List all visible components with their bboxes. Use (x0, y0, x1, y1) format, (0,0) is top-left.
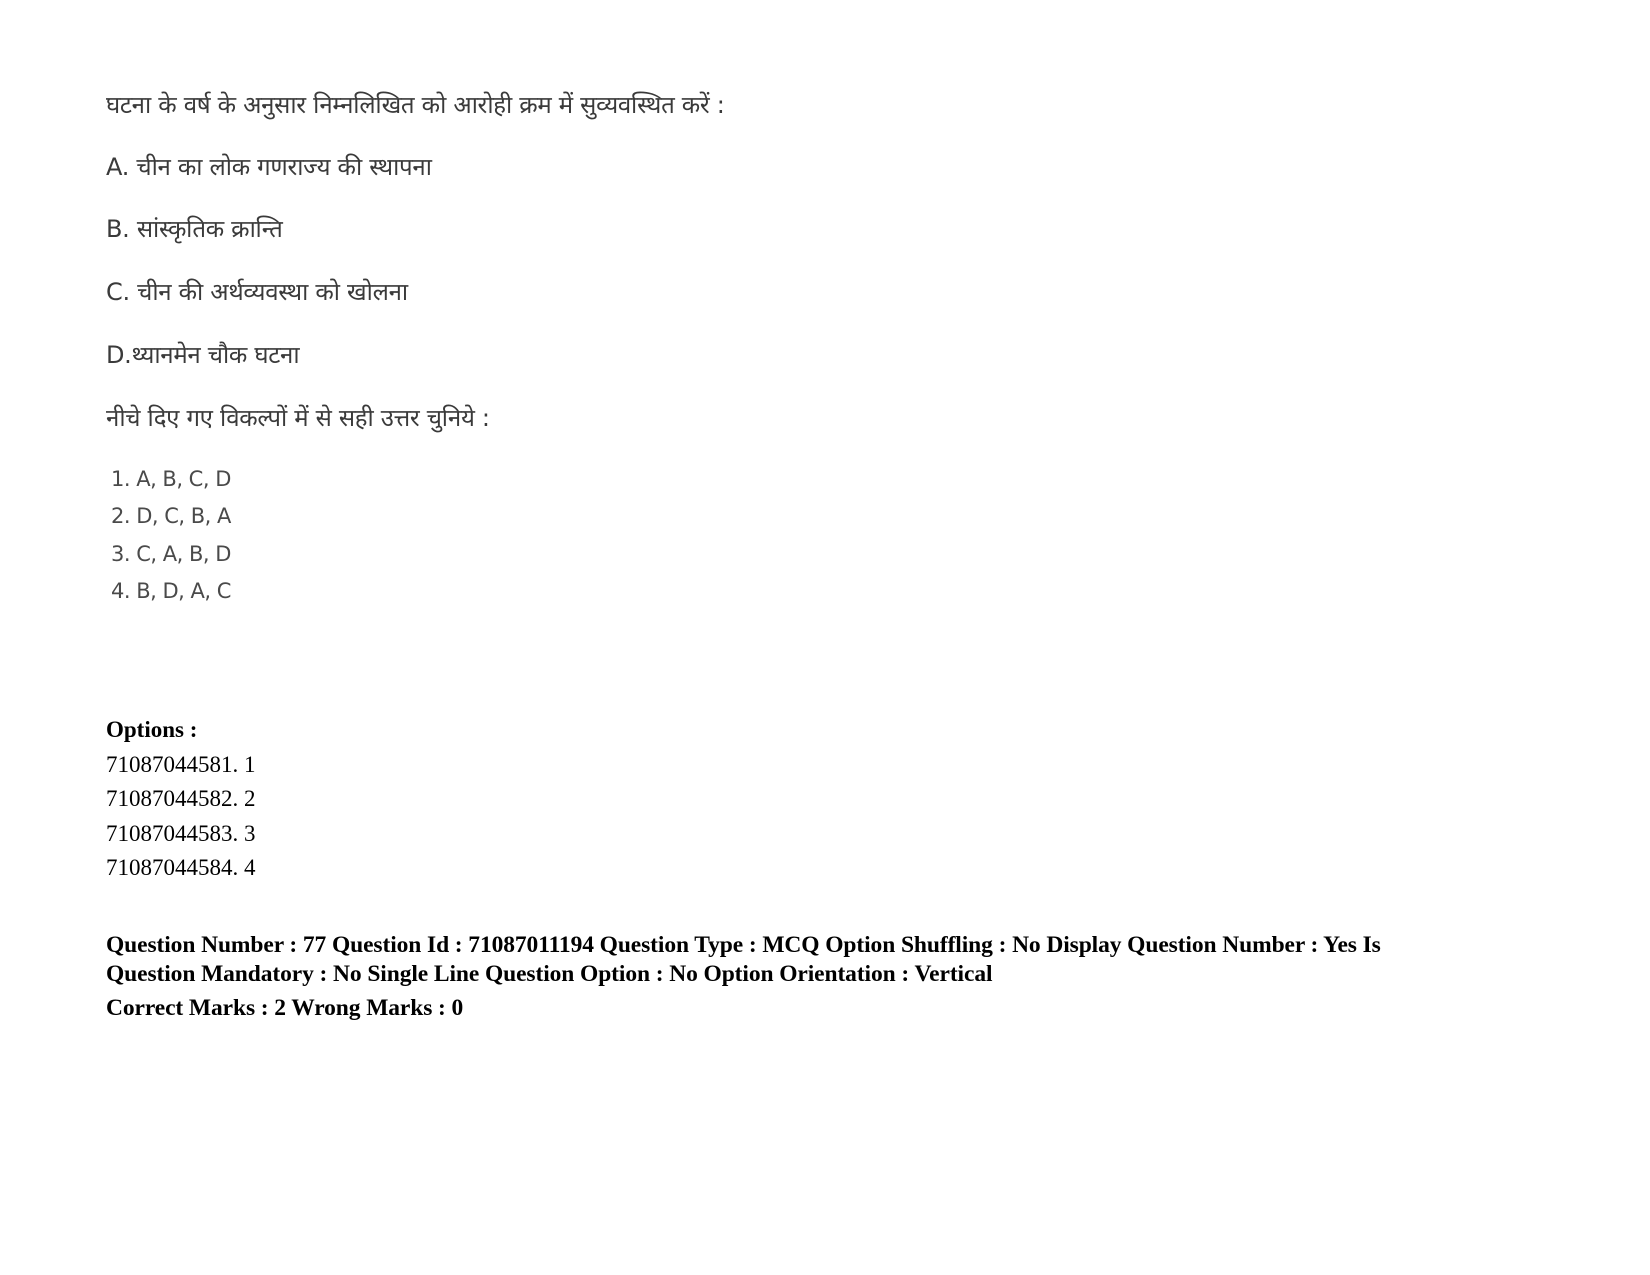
statement-c: C. चीन की अर्थव्यवस्था को खोलना (106, 278, 408, 306)
option-item-1: 71087044581. 1 (106, 752, 256, 777)
option-item-4: 71087044584. 4 (106, 855, 256, 880)
question-marks: Correct Marks : 2 Wrong Marks : 0 (106, 995, 464, 1021)
choice-3: 3. C, A, B, D (111, 542, 231, 566)
options-heading: Options : (106, 717, 198, 742)
choice-2: 2. D, C, B, A (111, 504, 231, 528)
choice-1: 1. A, B, C, D (111, 467, 231, 491)
question-instruction: नीचे दिए गए विकल्पों में से सही उत्तर चु… (106, 404, 490, 432)
question-metadata-line-2: Question Mandatory : No Single Line Ques… (106, 961, 993, 987)
statement-b: B. सांस्कृतिक क्रान्ति (106, 215, 283, 243)
option-item-2: 71087044582. 2 (106, 786, 256, 811)
question-prompt: घटना के वर्ष के अनुसार निम्नलिखित को आरो… (106, 91, 725, 119)
option-item-3: 71087044583. 3 (106, 821, 256, 846)
question-metadata-line-1: Question Number : 77 Question Id : 71087… (106, 932, 1381, 958)
choice-4: 4. B, D, A, C (111, 579, 231, 603)
statement-d: D.थ्यानमेन चौक घटना (106, 341, 300, 369)
document-page: घटना के वर्ष के अनुसार निम्नलिखित को आरो… (0, 0, 1650, 1275)
statement-a: A. चीन का लोक गणराज्य की स्थापना (106, 153, 432, 181)
